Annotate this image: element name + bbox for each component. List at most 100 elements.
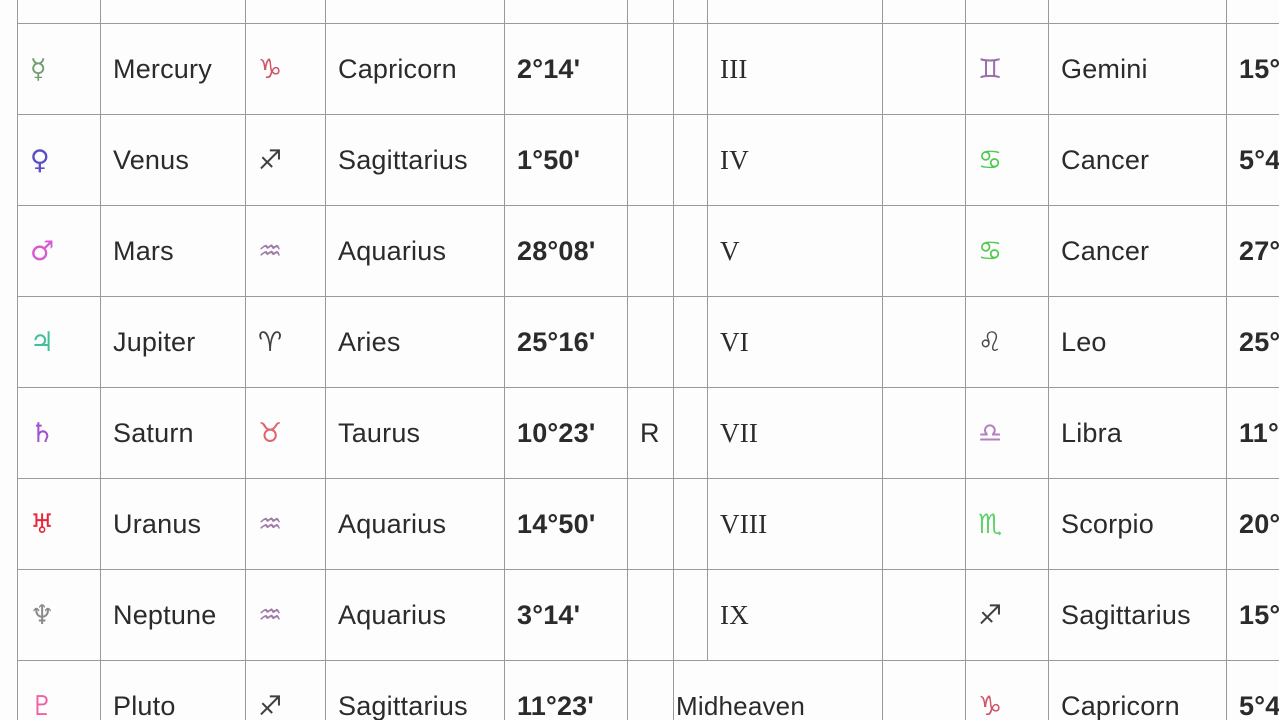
planet-sign-name: Taurus bbox=[325, 387, 505, 479]
house-sign-symbol-scorpio: ♏ bbox=[965, 478, 1049, 570]
house-sign-symbol-leo: ♌ bbox=[965, 296, 1049, 388]
sign-symbol-aquarius: ♒ bbox=[245, 205, 326, 297]
house-label: V bbox=[707, 205, 883, 297]
planet-name: Pluto bbox=[100, 660, 246, 720]
house-degree: 25°27' bbox=[1226, 296, 1279, 388]
column-gap-2 bbox=[882, 478, 966, 570]
sign-symbol-sagittarius: ♐ bbox=[245, 0, 326, 24]
house-label: IX bbox=[707, 569, 883, 661]
house-degree: 20°36' bbox=[1226, 478, 1279, 570]
house-sign-symbol-libra: ♎ bbox=[965, 387, 1049, 479]
house-sign-symbol-taurus: ♉ bbox=[965, 0, 1049, 24]
column-gap bbox=[673, 0, 708, 24]
planet-degree: 14°50' bbox=[504, 478, 628, 570]
planet-degree: 11°23' bbox=[504, 660, 628, 720]
planet-degree: 2°14' bbox=[504, 23, 628, 115]
house-degree: 11°29' bbox=[1226, 387, 1279, 479]
house-sign-name: Capricorn bbox=[1048, 660, 1227, 720]
retrograde-marker bbox=[627, 569, 674, 661]
column-gap bbox=[673, 114, 708, 206]
table-row: ☉Sun♐Sagittarius12°05' II ♉Taurus20°36' bbox=[17, 0, 1279, 24]
planet-name: Saturn bbox=[100, 387, 246, 479]
planet-sign-name: Aries bbox=[325, 296, 505, 388]
planet-symbol-mars: ♂ bbox=[17, 205, 101, 297]
planet-house-table: ☉Sun♐Sagittarius12°05'II♉Taurus20°36'☿Me… bbox=[17, 0, 1279, 720]
house-sign-name: Gemini bbox=[1048, 23, 1227, 115]
column-gap-2 bbox=[882, 205, 966, 297]
house-sign-name: Taurus bbox=[1048, 0, 1227, 24]
planet-name: Uranus bbox=[100, 478, 246, 570]
column-gap bbox=[673, 296, 708, 388]
retrograde-marker bbox=[627, 478, 674, 570]
planet-name: Venus bbox=[100, 114, 246, 206]
planet-symbol-venus: ♀ bbox=[17, 114, 101, 206]
planet-symbol-pluto: ♇ bbox=[17, 660, 101, 720]
planet-degree: 28°08' bbox=[504, 205, 628, 297]
planet-sign-name: Sagittarius bbox=[325, 0, 505, 24]
house-label: II bbox=[707, 0, 883, 24]
planet-symbol-uranus: ♅ bbox=[17, 478, 101, 570]
house-sign-symbol-cancer: ♋ bbox=[965, 114, 1049, 206]
column-gap-2 bbox=[882, 387, 966, 479]
column-gap-2 bbox=[882, 114, 966, 206]
house-label: VI bbox=[707, 296, 883, 388]
sign-symbol-taurus: ♉ bbox=[245, 387, 326, 479]
house-label: VIII bbox=[707, 478, 883, 570]
table-row: ♅Uranus♒Aquarius14°50' VIII ♏Scorpio20°36' bbox=[17, 478, 1279, 570]
house-sign-name: Cancer bbox=[1048, 205, 1227, 297]
column-gap bbox=[673, 569, 708, 661]
house-sign-name: Sagittarius bbox=[1048, 569, 1227, 661]
house-sign-name: Leo bbox=[1048, 296, 1227, 388]
retrograde-marker bbox=[627, 23, 674, 115]
sign-symbol-aquarius: ♒ bbox=[245, 478, 326, 570]
planet-sign-name: Capricorn bbox=[325, 23, 505, 115]
planet-symbol-saturn: ♄ bbox=[17, 387, 101, 479]
house-label: III bbox=[707, 23, 883, 115]
house-sign-name: Cancer bbox=[1048, 114, 1227, 206]
column-gap bbox=[673, 478, 708, 570]
planet-degree: 1°50' bbox=[504, 114, 628, 206]
planet-symbol-jupiter: ♃ bbox=[17, 296, 101, 388]
column-gap-2 bbox=[882, 0, 966, 24]
retrograde-marker bbox=[627, 0, 674, 24]
planet-sign-name: Sagittarius bbox=[325, 660, 505, 720]
planet-degree: 3°14' bbox=[504, 569, 628, 661]
planet-symbol-sun: ☉ bbox=[17, 0, 101, 24]
column-gap-2 bbox=[882, 660, 966, 720]
house-sign-symbol-gemini: ♊ bbox=[965, 23, 1049, 115]
planet-name: Neptune bbox=[100, 569, 246, 661]
house-sign-name: Libra bbox=[1048, 387, 1227, 479]
retrograde-marker bbox=[627, 660, 674, 720]
planet-sign-name: Aquarius bbox=[325, 205, 505, 297]
table-row: ♀Venus♐Sagittarius1°50' IV ♋Cancer5°42' bbox=[17, 114, 1279, 206]
planet-name: Jupiter bbox=[100, 296, 246, 388]
planet-degree: 12°05' bbox=[504, 0, 628, 24]
column-gap bbox=[673, 205, 708, 297]
house-sign-symbol-sagittarius: ♐ bbox=[965, 569, 1049, 661]
house-degree: 27°07' bbox=[1226, 205, 1279, 297]
column-gap-2 bbox=[882, 23, 966, 115]
house-degree: 15°17' bbox=[1226, 569, 1279, 661]
house-degree: 5°42' bbox=[1226, 660, 1279, 720]
astrology-chart-table: ☉Sun♐Sagittarius12°05'II♉Taurus20°36'☿Me… bbox=[0, 0, 1279, 720]
table-row: ♄Saturn♉Taurus10°23'R VII ♎Libra11°29' bbox=[17, 387, 1279, 479]
column-gap bbox=[673, 387, 708, 479]
column-gap bbox=[673, 23, 708, 115]
house-label: Midheaven bbox=[673, 660, 883, 720]
sign-symbol-aquarius: ♒ bbox=[245, 569, 326, 661]
table-row: ☿Mercury♑Capricorn2°14' III ♊Gemini15°17' bbox=[17, 23, 1279, 115]
planet-sign-name: Sagittarius bbox=[325, 114, 505, 206]
planet-name: Sun bbox=[100, 0, 246, 24]
planet-name: Mercury bbox=[100, 23, 246, 115]
table-row: ♂Mars♒Aquarius28°08' V ♋Cancer27°07' bbox=[17, 205, 1279, 297]
house-degree: 15°17' bbox=[1226, 23, 1279, 115]
house-label: IV bbox=[707, 114, 883, 206]
planet-symbol-neptune: ♆ bbox=[17, 569, 101, 661]
house-degree: 20°36' bbox=[1226, 0, 1279, 24]
table-row: ♇ Pluto ♐ Sagittarius 11°23' Midheaven ♑ Capric… bbox=[17, 660, 1279, 720]
house-degree: 5°42' bbox=[1226, 114, 1279, 206]
planet-name: Mars bbox=[100, 205, 246, 297]
house-sign-symbol-cancer: ♋ bbox=[965, 205, 1049, 297]
planet-sign-name: Aquarius bbox=[325, 478, 505, 570]
house-sign-name: Scorpio bbox=[1048, 478, 1227, 570]
